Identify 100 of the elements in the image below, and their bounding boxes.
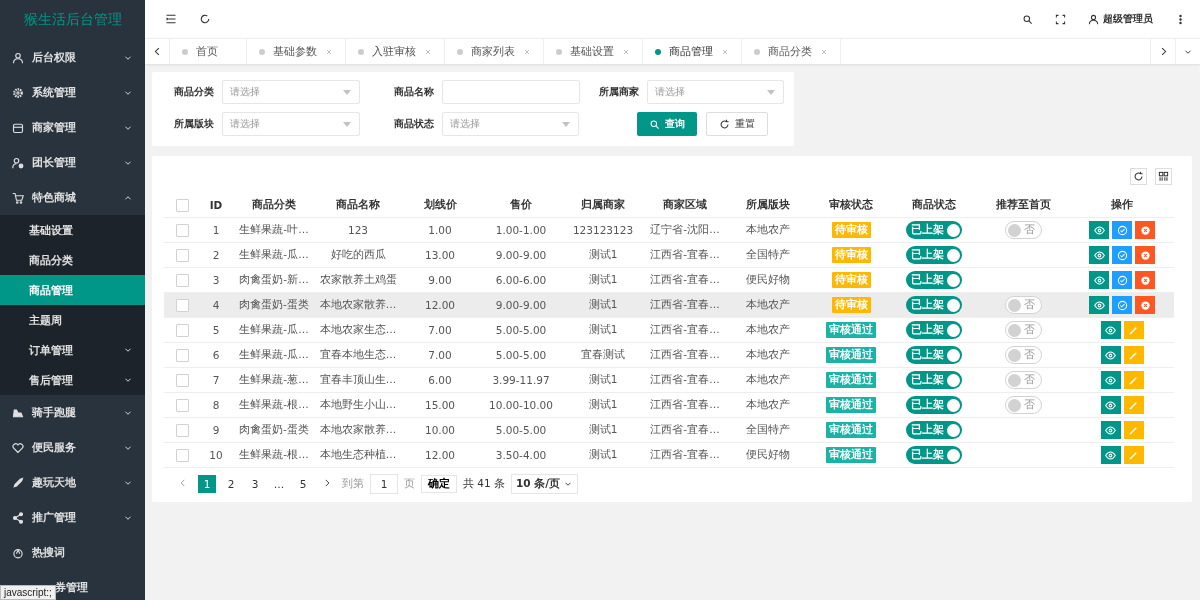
view-button[interactable] — [1089, 296, 1109, 314]
view-button[interactable] — [1100, 371, 1121, 389]
toggle-switch[interactable]: 已上架 — [906, 396, 962, 414]
toggle-switch[interactable]: 已上架 — [906, 371, 962, 389]
table-cell: 12.00 — [400, 442, 480, 468]
page-tab[interactable]: 商品管理 — [643, 39, 742, 64]
toggle-switch[interactable]: 已上架 — [906, 446, 962, 464]
close-icon[interactable] — [622, 47, 630, 56]
table-cell: 生鲜果蔬-瓜… — [232, 317, 316, 343]
toggle-switch[interactable]: 已上架 — [906, 271, 962, 289]
page-tab[interactable]: 首页 — [170, 39, 247, 64]
row-checkbox[interactable] — [175, 323, 189, 337]
sidebar-item[interactable]: 后台权限 — [0, 40, 145, 75]
reject-button[interactable] — [1135, 246, 1155, 264]
row-checkbox[interactable] — [175, 423, 189, 437]
confirm-button[interactable]: 确定 — [421, 475, 457, 493]
close-icon[interactable] — [325, 47, 333, 56]
edit-button[interactable] — [1123, 421, 1144, 439]
eye-icon — [1093, 249, 1105, 261]
page-input[interactable]: 1 — [370, 474, 398, 494]
close-icon[interactable] — [820, 47, 828, 56]
page-button[interactable]: 1 — [198, 475, 216, 493]
edit-button[interactable] — [1123, 346, 1144, 364]
approve-button[interactable] — [1112, 246, 1132, 264]
row-checkbox[interactable] — [175, 448, 189, 462]
sidebar-item[interactable]: 系统管理 — [0, 75, 145, 110]
page-size-select[interactable]: 10 条/页 — [511, 474, 579, 494]
reset-button[interactable]: 重置 — [706, 112, 768, 136]
check-circle-icon — [1116, 224, 1128, 236]
approve-button[interactable] — [1112, 271, 1132, 289]
sidebar-item[interactable]: 特色商城 — [0, 180, 145, 215]
edit-button[interactable] — [1123, 371, 1144, 389]
row-checkbox[interactable] — [175, 298, 189, 312]
toggle-switch[interactable]: 已上架 — [906, 346, 962, 364]
toggle-switch[interactable]: 已上架 — [906, 246, 962, 264]
reject-button[interactable] — [1135, 271, 1155, 289]
view-button[interactable] — [1089, 271, 1109, 289]
sidebar-item[interactable]: 商家管理 — [0, 110, 145, 145]
columns-button[interactable] — [1155, 168, 1172, 185]
table-cell: 8 — [200, 392, 232, 418]
page-tab[interactable]: 基础设置 — [544, 39, 643, 64]
view-button[interactable] — [1100, 421, 1121, 439]
page-button[interactable]: 2 — [222, 475, 240, 493]
row-checkbox[interactable] — [175, 373, 189, 387]
sidebar-item[interactable]: 趣玩天地 — [0, 465, 145, 500]
sidebar-subitem[interactable]: 售后管理 — [0, 365, 145, 395]
row-checkbox[interactable] — [175, 348, 189, 362]
table-cell: 测试1 — [562, 442, 644, 468]
page-tab[interactable]: 基础参数 — [247, 39, 346, 64]
heart-icon — [12, 441, 24, 454]
reject-button[interactable] — [1135, 296, 1155, 314]
input-field[interactable] — [442, 80, 580, 104]
toggle-switch[interactable]: 已上架 — [906, 421, 962, 439]
view-button[interactable] — [1100, 446, 1121, 464]
sidebar-subitem[interactable]: 商品管理 — [0, 275, 145, 305]
row-checkbox[interactable] — [175, 398, 189, 412]
select-all-checkbox[interactable] — [175, 198, 189, 212]
row-checkbox[interactable] — [175, 248, 189, 262]
approve-button[interactable] — [1112, 296, 1132, 314]
refresh-button[interactable] — [1130, 168, 1147, 185]
sidebar-subitem[interactable]: 基础设置 — [0, 215, 145, 245]
search-button[interactable]: 查询 — [637, 112, 697, 136]
eye-icon — [1093, 274, 1105, 286]
edit-button[interactable] — [1123, 396, 1144, 414]
view-button[interactable] — [1089, 221, 1109, 239]
user-name[interactable]: 超级管理员 — [1103, 12, 1153, 26]
sidebar-item[interactable]: 推广管理 — [0, 500, 145, 535]
view-button[interactable] — [1100, 346, 1121, 364]
view-button[interactable] — [1089, 246, 1109, 264]
edit-button[interactable] — [1123, 321, 1144, 339]
page-tab[interactable]: 商品分类 — [742, 39, 841, 64]
sidebar-item[interactable]: 热搜词 — [0, 535, 145, 570]
page-tab[interactable]: 商家列表 — [445, 39, 544, 64]
row-checkbox[interactable] — [175, 223, 189, 237]
sidebar-subitem[interactable]: 订单管理 — [0, 335, 145, 365]
page-button[interactable]: 3 — [246, 475, 264, 493]
sidebar-subitem[interactable]: 主题周 — [0, 305, 145, 335]
approve-button[interactable] — [1112, 221, 1132, 239]
view-button[interactable] — [1100, 396, 1121, 414]
close-circle-icon — [1139, 249, 1151, 261]
close-icon[interactable] — [523, 47, 531, 56]
reject-button[interactable] — [1135, 221, 1155, 239]
edit-button[interactable] — [1123, 446, 1144, 464]
toggle-switch[interactable]: 已上架 — [906, 221, 962, 239]
audit-status-tag: 待审核 — [831, 247, 871, 263]
toggle-switch[interactable]: 已上架 — [906, 296, 962, 314]
toggle-switch[interactable]: 已上架 — [906, 321, 962, 339]
close-icon[interactable] — [424, 47, 432, 56]
table-cell: 本地农产 — [726, 367, 810, 393]
close-icon[interactable] — [721, 47, 729, 56]
view-button[interactable] — [1100, 321, 1121, 339]
row-checkbox[interactable] — [175, 273, 189, 287]
page-button[interactable]: … — [270, 475, 288, 493]
page-tab[interactable]: 入驻审核 — [346, 39, 445, 64]
sidebar-item[interactable]: 便民服务 — [0, 430, 145, 465]
page-button[interactable]: 5 — [294, 475, 312, 493]
eye-icon — [1093, 224, 1105, 236]
sidebar-item[interactable]: 骑手跑腿 — [0, 395, 145, 430]
sidebar-item[interactable]: 团长管理 — [0, 145, 145, 180]
sidebar-subitem[interactable]: 商品分类 — [0, 245, 145, 275]
